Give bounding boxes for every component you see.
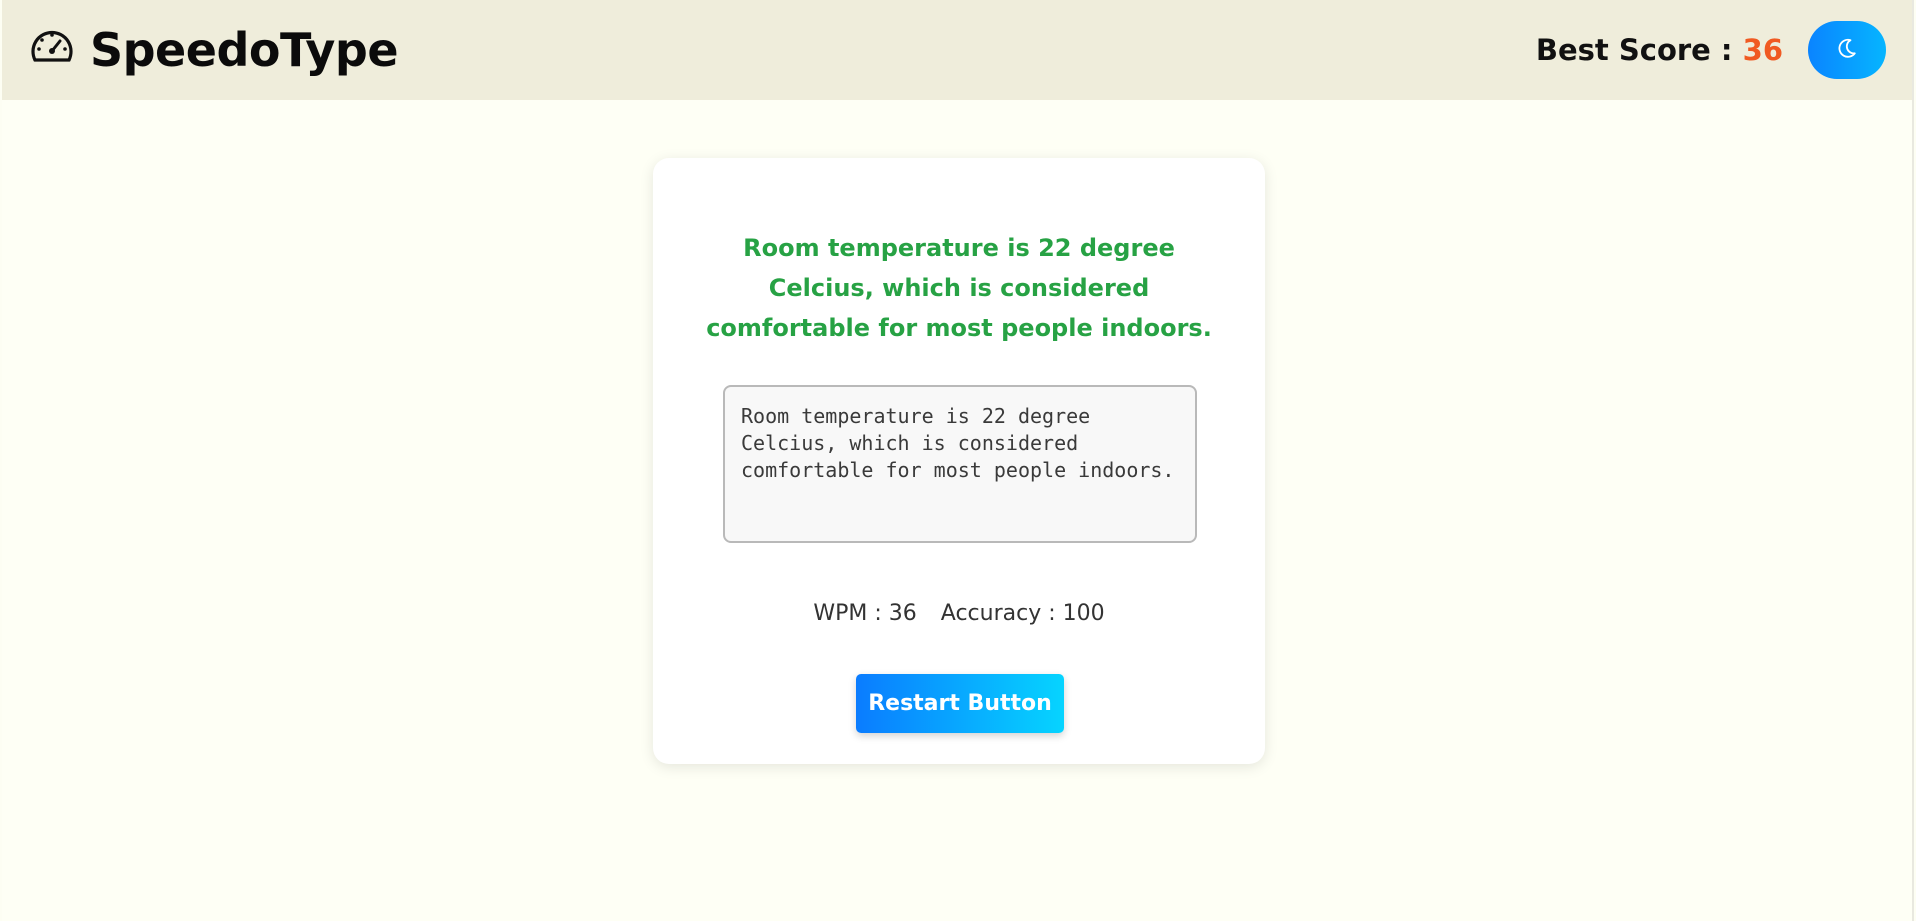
restart-button[interactable]: Restart Button (856, 674, 1064, 733)
moon-icon (1835, 36, 1859, 64)
speedometer-icon (28, 22, 76, 70)
best-score-label: Best Score : (1535, 33, 1743, 67)
typing-card: Room temperature is 22 degree Celcius, w… (653, 158, 1265, 764)
header-right: Best Score : 36 (1536, 21, 1886, 79)
header-bar: SpeedoType Best Score : 36 (2, 0, 1912, 100)
app-root: SpeedoType Best Score : 36 Room temperat… (2, 0, 1914, 921)
wpm-stat: WPM : 36 (813, 601, 917, 626)
theme-toggle-button[interactable] (1808, 21, 1886, 79)
app-title: SpeedoType (90, 23, 399, 77)
accuracy-stat: Accuracy : 100 (940, 601, 1105, 626)
best-score: Best Score : 36 (1536, 33, 1783, 67)
best-score-value: 36 (1742, 33, 1783, 67)
typing-input[interactable]: Room temperature is 22 degree Celcius, w… (723, 385, 1197, 543)
stats-row: WPM : 36 Accuracy : 100 (653, 601, 1265, 626)
prompt-text: Room temperature is 22 degree Celcius, w… (706, 234, 1212, 342)
brand: SpeedoType (28, 22, 399, 77)
